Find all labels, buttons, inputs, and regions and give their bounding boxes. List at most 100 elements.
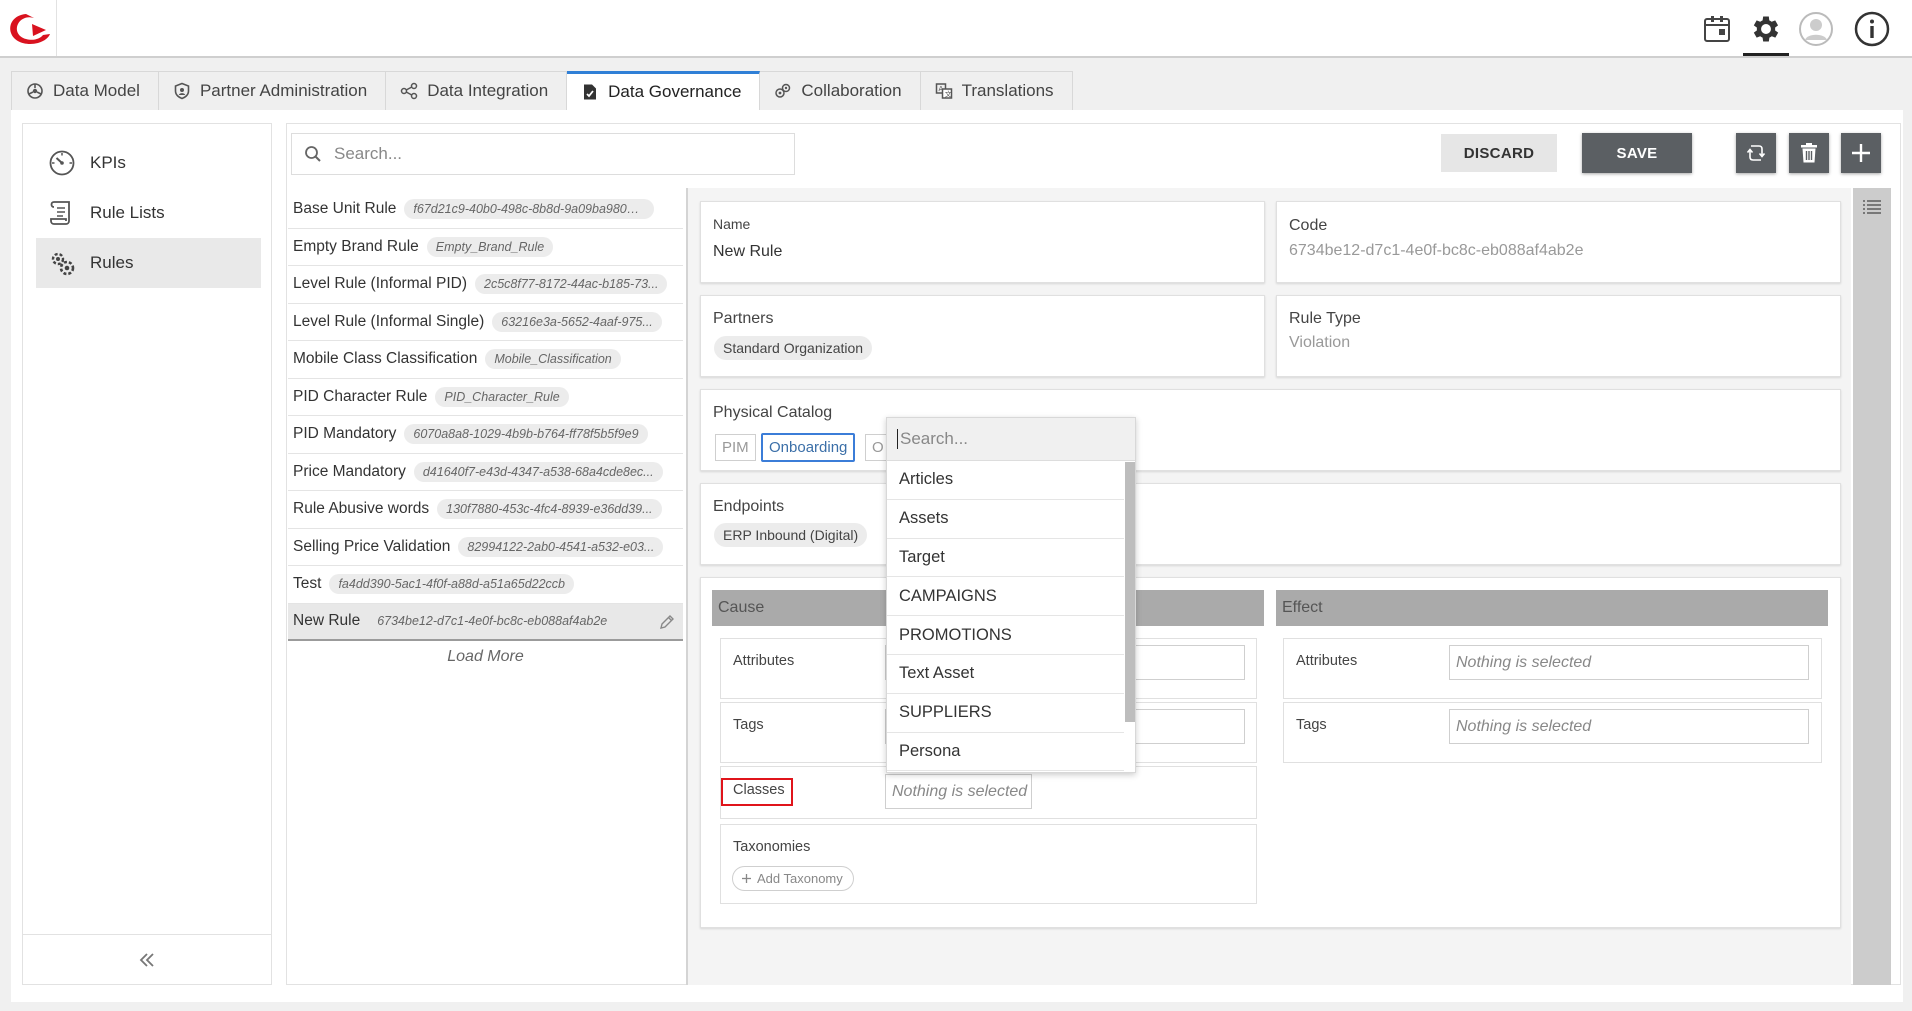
dropdown-search-field[interactable] [887,418,1135,461]
info-icon[interactable] [1851,8,1893,50]
add-taxonomy-button[interactable]: Add Taxonomy [732,866,854,891]
svg-text:文: 文 [944,90,951,99]
rule-code-badge: PID_Character_Rule [435,386,569,407]
catalog-chip-pim[interactable]: PIM [715,434,756,461]
rule-name: PID Mandatory [293,425,397,443]
tab-data-model[interactable]: Data Model [11,71,159,111]
tab-partner-administration[interactable]: Partner Administration [158,71,387,111]
rule-name: Selling Price Validation [293,537,451,555]
rule-code-badge: 6734be12-d7c1-4e0f-bc8c-eb088af4ab2e [377,614,608,629]
partner-chip[interactable]: Standard Organization [714,336,873,360]
detail-scrollbar[interactable] [1853,188,1891,985]
dropdown-scrollbar[interactable] [1125,462,1135,722]
tab-data-integration[interactable]: Data Integration [386,71,568,111]
plus-icon [1852,144,1870,162]
data-model-icon [27,83,43,99]
gear-icon[interactable] [1743,8,1789,56]
endpoints-card: Endpoints ERP Inbound (Digital) [700,483,1841,565]
name-card: Name New Rule [700,201,1265,283]
name-label: Name [713,216,751,232]
dropdown-option[interactable]: CAMPAIGNS [887,577,1124,617]
rule-list-item[interactable]: Base Unit Rule f67d21c9-40b0-498c-8b8d-9a… [288,191,683,229]
nav-item-kpis[interactable]: KPIs [36,138,261,188]
discard-button[interactable]: DISCARD [1441,134,1557,172]
rule-list-item[interactable]: Test fa4dd390-5ac1-4f0f-a88d-a51a65d22ccb [288,566,683,604]
sync-icon [1746,145,1766,161]
tab-label: Data Governance [608,82,742,101]
rule-list-item[interactable]: Price Mandatory d41640f7-e43d-4347-a538-6… [288,454,683,491]
logo-icon[interactable] [6,10,52,50]
cog-rules-icon [51,252,75,276]
dropdown-option[interactable]: SUPPLIERS [887,694,1124,733]
top-bar [0,0,1912,58]
calendar-icon[interactable] [1696,8,1738,50]
tab-collaboration[interactable]: Collaboration [760,71,921,111]
rule-name: Rule Abusive words [293,500,430,518]
rule-list-item[interactable]: Selling Price Validation 82994122-2ab0-45… [288,529,683,566]
load-more-link[interactable]: Load More [288,648,683,666]
rule-type-label: Rule Type [1289,310,1361,327]
name-value[interactable]: New Rule [713,243,782,261]
effect-tags-select[interactable]: Nothing is selected [1449,709,1809,744]
nav-item-rules[interactable]: Rules [36,238,261,288]
rule-list-item[interactable]: PID Character Rule PID_Character_Rule [288,379,683,416]
rule-type-card: Rule Type Violation [1276,295,1841,377]
catalog-chip-onboarding[interactable]: Onboarding [761,433,856,462]
physical-catalog-label: Physical Catalog [713,404,833,421]
rule-list-item-selected[interactable]: New Rule 6734be12-d7c1-4e0f-bc8c-eb088af4… [288,603,683,641]
tab-label: Collaboration [801,81,902,100]
rule-search-field[interactable] [291,133,795,175]
rule-code-badge: 2c5c8f77-8172-44ac-b185-73... [475,274,668,295]
shield-icon [174,82,190,100]
save-button[interactable]: SAVE [1582,133,1692,173]
rule-list-item[interactable]: PID Mandatory 6070a8a8-1029-4b9b-b764-ff7… [288,416,683,454]
add-button[interactable] [1841,133,1881,173]
user-avatar-icon[interactable] [1795,8,1837,50]
trash-icon [1801,143,1817,163]
effect-attributes-select[interactable]: Nothing is selected [1449,645,1809,680]
rule-name: PID Character Rule [293,387,428,405]
rule-search-input[interactable] [334,144,774,164]
rule-code-badge: 82994122-2ab0-4541-a532-e03... [458,536,664,557]
tab-data-governance[interactable]: Data Governance [567,71,761,111]
rule-code-badge: d41640f7-e43d-4347-a538-68a4cde8ec... [413,461,663,482]
endpoints-label: Endpoints [713,498,785,515]
tab-label: Translations [961,81,1054,100]
rule-list-item[interactable]: Level Rule (Informal Single) 63216e3a-565… [288,304,683,341]
dropdown-option[interactable]: PROMOTIONS [887,616,1124,655]
add-taxonomy-label: Add Taxonomy [757,871,843,886]
classes-dropdown: Articles Assets Target CAMPAIGNS PROMOTI… [886,417,1136,773]
rule-list-item[interactable]: Empty Brand Rule Empty_Brand_Rule [288,229,683,266]
nav-item-rule-lists[interactable]: Rule Lists [36,188,261,238]
rule-list-item[interactable]: Level Rule (Informal PID) 2c5c8f77-8172-4… [288,266,683,304]
collaboration-icon [775,83,791,98]
dropdown-option[interactable]: Persona [887,733,1124,772]
effect-attributes-label: Attributes [1296,653,1358,669]
nav-label: Rules [90,253,134,272]
dropdown-search-input[interactable] [897,429,1117,449]
delete-button[interactable] [1789,133,1829,173]
cause-classes-select[interactable]: Nothing is selected [885,774,1032,809]
rule-name: Mobile Class Classification [293,350,478,368]
rule-list-item[interactable]: Rule Abusive words 130f7880-453c-4fc4-893… [288,491,683,529]
code-card: Code 6734be12-d7c1-4e0f-bc8c-eb088af4ab2… [1276,201,1841,283]
rule-name: Empty Brand Rule [293,237,419,255]
nav-label: KPIs [90,153,126,172]
dropdown-option[interactable]: Assets [887,500,1124,539]
list-view-icon[interactable] [1862,199,1882,215]
rule-list-item[interactable]: Mobile Class Classification Mobile_Classi… [288,341,683,379]
partners-label: Partners [713,310,774,327]
collapse-sidebar-button[interactable] [23,934,271,984]
dropdown-option[interactable]: Articles [887,461,1124,500]
rule-type-value[interactable]: Violation [1289,334,1350,352]
effect-header: Effect [1276,590,1828,626]
cause-tags-label: Tags [733,717,764,733]
governance-icon [584,84,597,100]
partners-card: Partners Standard Organization [700,295,1265,377]
dropdown-option[interactable]: Target [887,539,1124,578]
dropdown-option[interactable]: Text Asset [887,655,1124,694]
endpoint-chip[interactable]: ERP Inbound (Digital) [714,523,868,547]
edit-pencil-icon[interactable] [659,614,675,635]
refresh-button[interactable] [1736,133,1776,173]
tab-translations[interactable]: A文 Translations [920,71,1073,111]
